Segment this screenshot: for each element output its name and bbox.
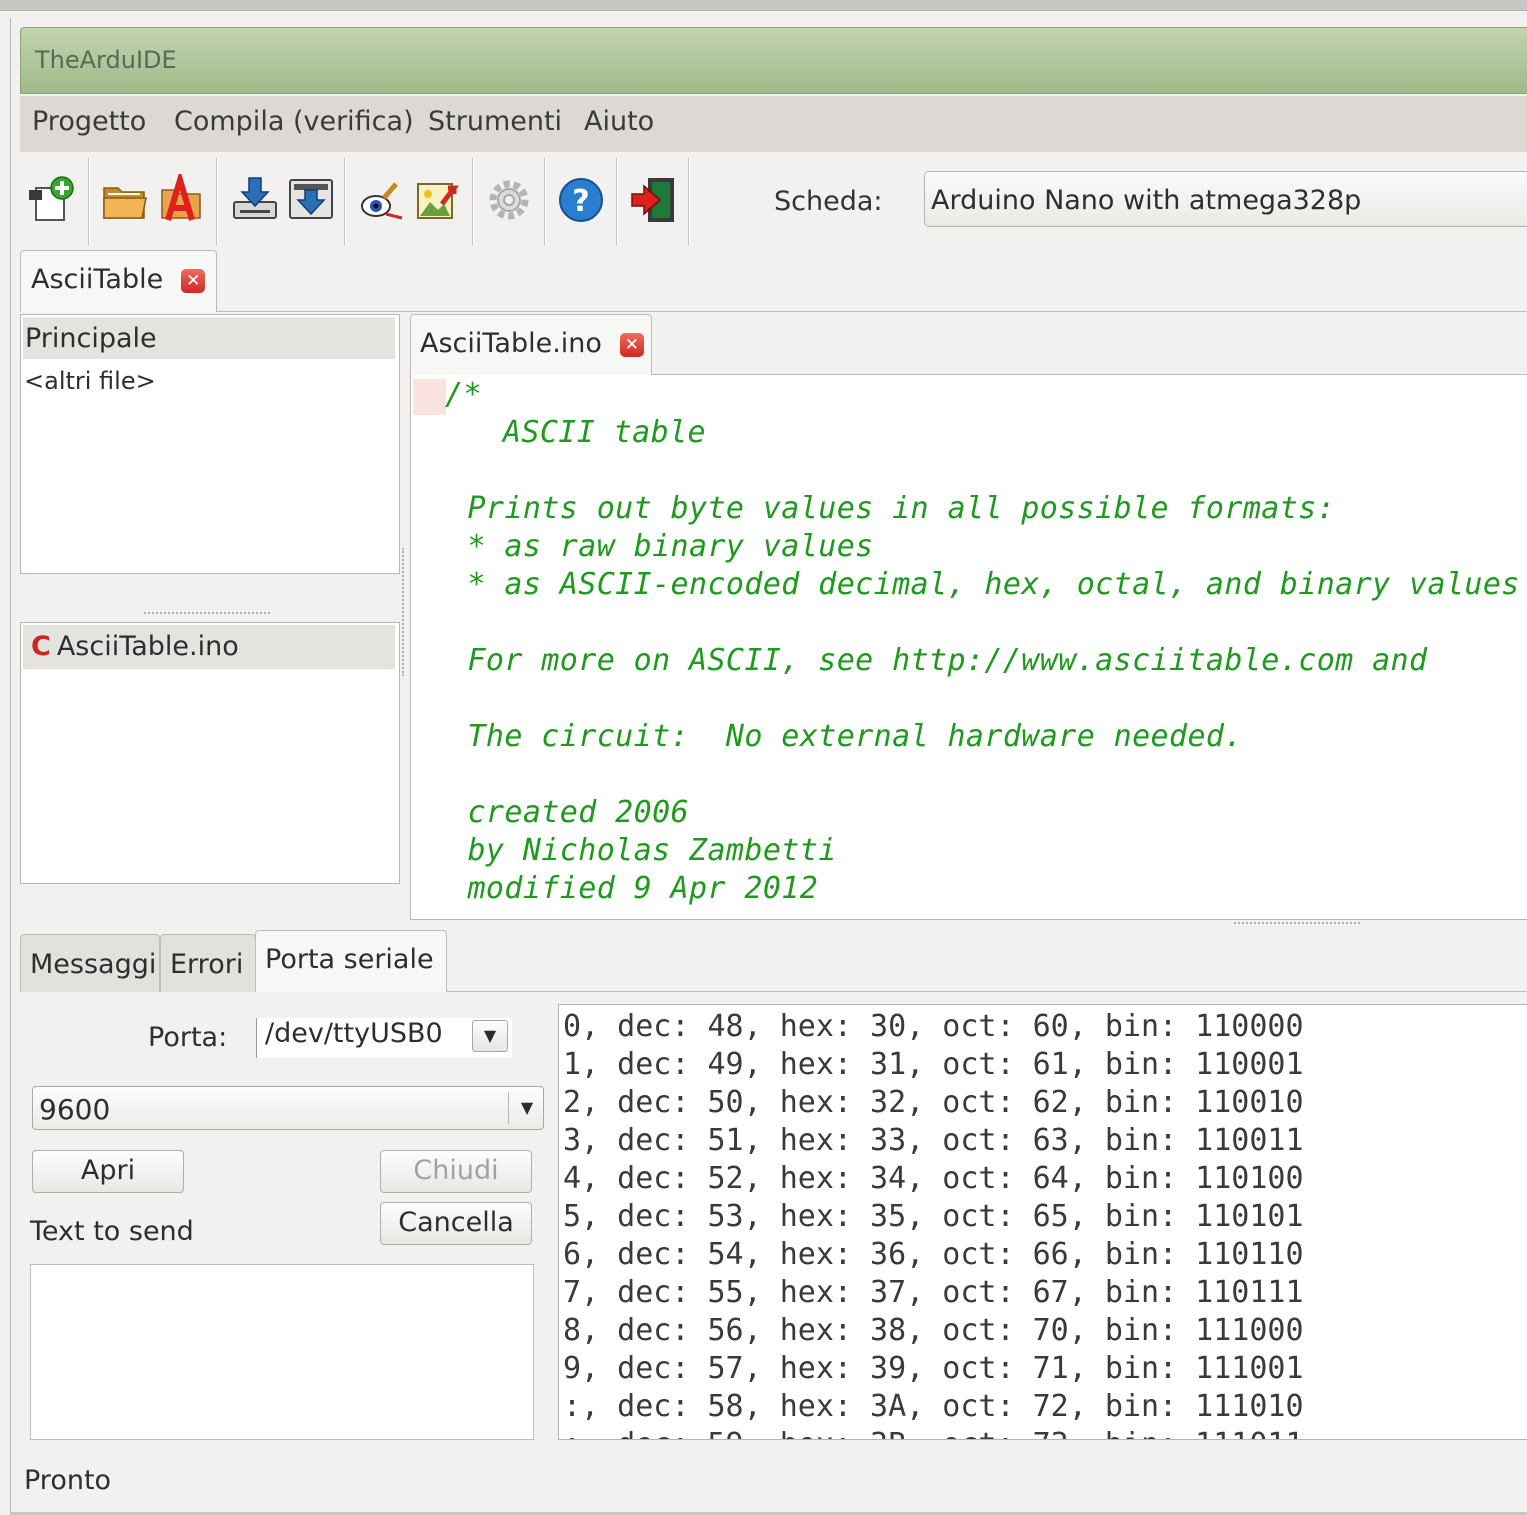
save-as-button[interactable] xyxy=(156,174,206,226)
code-line: ASCII table xyxy=(466,415,706,450)
status-bar-text: Pronto xyxy=(24,1465,112,1496)
export-image-icon xyxy=(417,183,459,219)
open-button[interactable] xyxy=(100,174,150,226)
toolbar-separator xyxy=(344,158,345,246)
serial-line: ;, dec: 59, hex: 3B, oct: 73, bin: 11101… xyxy=(563,1427,1304,1439)
code-line: Prints out byte values in all possible f… xyxy=(449,491,1336,526)
code-line: created 2006 xyxy=(449,795,689,830)
export-image-button[interactable] xyxy=(412,174,462,226)
list-item-principale[interactable]: Principale xyxy=(23,317,395,359)
help-button[interactable]: ? xyxy=(556,174,606,226)
open-port-button[interactable]: Apri xyxy=(32,1150,184,1193)
tab-porta-seriale[interactable]: Porta seriale xyxy=(255,930,447,992)
files-list: Principale <altri file> xyxy=(20,314,400,574)
help-icon: ? xyxy=(559,178,603,222)
board-label: Scheda: xyxy=(774,186,883,217)
close-icon[interactable]: ✕ xyxy=(619,332,644,357)
settings-button[interactable] xyxy=(484,174,534,226)
list-item-other-files[interactable]: <altri file> xyxy=(24,367,156,395)
code-line: modified 9 Apr 2012 xyxy=(449,871,819,906)
tab-file-label: AsciiTable.ino xyxy=(420,328,602,359)
toolbar-separator xyxy=(472,158,473,246)
serial-line: 2, dec: 50, hex: 32, oct: 62, bin: 11001… xyxy=(563,1085,1304,1120)
upload-button[interactable] xyxy=(230,174,280,226)
c-file-icon: C xyxy=(31,631,51,662)
code-line: For more on ASCII, see http://www.asciit… xyxy=(449,643,1428,678)
tab-baseline xyxy=(217,311,1527,312)
code-line: * as raw binary values xyxy=(449,529,874,564)
chevron-down-icon: ▼ xyxy=(483,1026,497,1045)
new-sketch-button[interactable] xyxy=(26,174,76,226)
new-sketch-icon xyxy=(29,176,74,221)
save-as-icon xyxy=(161,174,201,221)
board-select[interactable]: Arduino Nano with atmega328p xyxy=(924,171,1527,227)
clear-button[interactable]: Cancella xyxy=(380,1202,532,1245)
sketch-files-list: C AsciiTable.ino xyxy=(20,622,400,884)
exit-icon xyxy=(631,178,674,222)
serial-line: 8, dec: 56, hex: 38, oct: 70, bin: 11100… xyxy=(563,1313,1304,1348)
close-port-button[interactable]: Chiudi xyxy=(380,1150,532,1193)
serial-line: 6, dec: 54, hex: 36, oct: 66, bin: 11011… xyxy=(563,1237,1304,1272)
line-marker xyxy=(413,379,446,415)
upload-icon xyxy=(233,177,277,219)
tab-file[interactable]: AsciiTable.ino ✕ xyxy=(410,314,652,376)
serial-line: 0, dec: 48, hex: 30, oct: 60, bin: 11000… xyxy=(563,1009,1304,1044)
baud-rate-select[interactable]: 9600 xyxy=(32,1086,544,1130)
open-folder-icon xyxy=(103,187,147,219)
serial-line: 1, dec: 49, hex: 31, oct: 61, bin: 11000… xyxy=(563,1047,1304,1082)
toolbar-separator xyxy=(544,158,545,246)
splitter-handle[interactable] xyxy=(144,612,270,617)
code-line: /* xyxy=(445,377,482,412)
code-editor[interactable]: /* ASCII table Prints out byte values in… xyxy=(410,375,1527,920)
tab-errori[interactable]: Errori xyxy=(160,934,256,992)
menu-strumenti[interactable]: Strumenti xyxy=(428,106,562,137)
upload-programmer-icon xyxy=(289,179,333,219)
tab-project-label: AsciiTable xyxy=(31,264,164,295)
combo-separator xyxy=(508,1092,509,1124)
upload-programmer-button[interactable] xyxy=(286,174,336,226)
send-text-input[interactable] xyxy=(30,1264,534,1440)
tab-project[interactable]: AsciiTable ✕ xyxy=(20,250,217,312)
exit-button[interactable] xyxy=(628,174,678,226)
inspect-button[interactable] xyxy=(356,174,406,226)
sketch-file-label: AsciiTable.ino xyxy=(56,631,239,662)
menu-compila[interactable]: Compila (verifica) xyxy=(174,106,414,137)
close-icon[interactable]: ✕ xyxy=(181,268,206,293)
vertical-splitter-handle[interactable] xyxy=(402,548,407,676)
splitter-handle[interactable] xyxy=(1234,922,1360,927)
serial-output[interactable]: 0, dec: 48, hex: 30, oct: 60, bin: 11000… xyxy=(558,1004,1527,1440)
serial-line: :, dec: 58, hex: 3A, oct: 72, bin: 11101… xyxy=(563,1389,1304,1424)
port-dropdown-button[interactable]: ▼ xyxy=(472,1020,508,1052)
window-title: TheArduIDE xyxy=(35,46,177,74)
toolbar-separator xyxy=(616,158,617,246)
toolbar-separator xyxy=(688,158,689,246)
menu-bar: Progetto Compila (verifica) Strumenti Ai… xyxy=(20,96,1527,152)
code-line: * as ASCII-encoded decimal, hex, octal, … xyxy=(449,567,1520,602)
serial-line: 4, dec: 52, hex: 34, oct: 64, bin: 11010… xyxy=(563,1161,1304,1196)
serial-line: 3, dec: 51, hex: 33, oct: 63, bin: 11001… xyxy=(563,1123,1304,1158)
chevron-down-icon[interactable]: ▼ xyxy=(512,1094,542,1122)
serial-line: 9, dec: 57, hex: 39, oct: 71, bin: 11100… xyxy=(563,1351,1304,1386)
tab-messaggi[interactable]: Messaggi xyxy=(20,934,160,992)
menu-progetto[interactable]: Progetto xyxy=(32,106,146,137)
desktop-strip xyxy=(0,0,1527,11)
code-line: by Nicholas Zambetti xyxy=(449,833,837,868)
code-line: The circuit: No external hardware needed… xyxy=(449,719,1243,754)
settings-gear-icon xyxy=(489,180,529,220)
serial-line: 5, dec: 53, hex: 35, oct: 65, bin: 11010… xyxy=(563,1199,1304,1234)
svg-text:?: ? xyxy=(572,184,589,219)
tab-baseline xyxy=(446,991,1527,992)
title-bar[interactable]: TheArduIDE xyxy=(20,27,1527,94)
send-label: Text to send xyxy=(30,1216,194,1247)
list-item-sketch[interactable]: C AsciiTable.ino xyxy=(23,625,395,669)
toolbar-separator xyxy=(216,158,217,246)
inspect-icon xyxy=(361,182,403,220)
toolbar-separator xyxy=(88,158,89,246)
serial-line: 7, dec: 55, hex: 37, oct: 67, bin: 11011… xyxy=(563,1275,1304,1310)
port-label: Porta: xyxy=(148,1022,228,1053)
menu-aiuto[interactable]: Aiuto xyxy=(584,106,654,137)
